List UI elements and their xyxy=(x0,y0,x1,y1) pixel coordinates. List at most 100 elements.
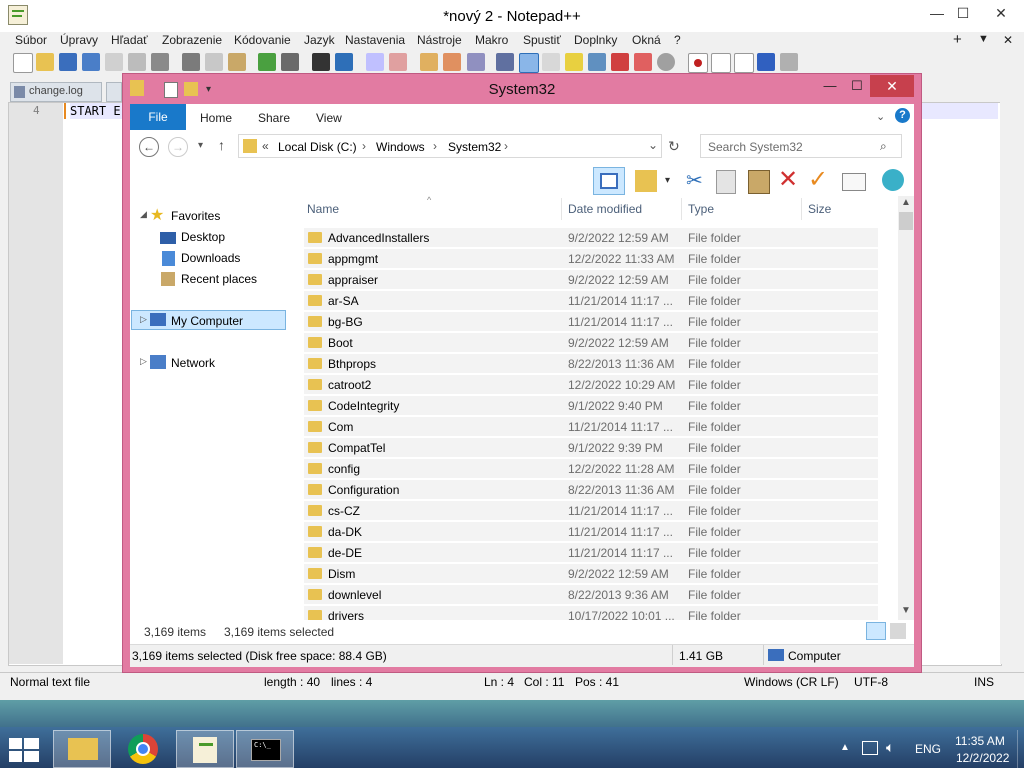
table-row[interactable]: appmgmt 12/2/2022 11:33 AM File folder xyxy=(304,249,878,269)
row-date-modified: 11/21/2014 11:17 ... xyxy=(568,546,673,560)
row-type: File folder xyxy=(688,588,741,602)
clock-date[interactable]: 12/2/2022 xyxy=(956,751,1009,765)
table-row[interactable]: ar-SA 11/21/2014 11:17 ... File folder xyxy=(304,291,878,311)
table-row[interactable]: da-DK 11/21/2014 11:17 ... File folder xyxy=(304,522,878,542)
details-divider xyxy=(672,645,673,665)
table-row[interactable]: AdvancedInstallers 9/2/2022 12:59 AM File … xyxy=(304,228,878,248)
row-type: File folder xyxy=(688,420,741,434)
table-row[interactable]: Dism 9/2/2022 12:59 AM File folder xyxy=(304,564,878,584)
row-name: Com xyxy=(328,420,354,434)
row-name: bg-BG xyxy=(328,315,363,329)
show-desktop-button[interactable] xyxy=(1017,730,1024,768)
table-row[interactable]: config 12/2/2022 11:28 AM File folder xyxy=(304,459,878,479)
row-date-modified: 8/22/2013 11:36 AM xyxy=(568,483,675,497)
folder-icon xyxy=(308,421,322,432)
row-type: File folder xyxy=(688,546,741,560)
row-name: cs-CZ xyxy=(328,504,360,518)
row-date-modified: 9/2/2022 12:59 AM xyxy=(568,336,669,350)
folder-icon xyxy=(308,442,322,453)
row-name: drivers xyxy=(328,609,365,620)
row-name: Configuration xyxy=(328,483,400,497)
row-type: File folder xyxy=(688,294,741,308)
table-row[interactable]: catroot2 12/2/2022 10:29 AM File folder xyxy=(304,375,878,395)
details-size: 1.41 GB xyxy=(679,649,724,663)
status-eol[interactable]: Windows (CR LF) xyxy=(744,675,839,689)
row-name: ar-SA xyxy=(328,294,359,308)
row-date-modified: 11/21/2014 11:17 ... xyxy=(568,294,673,308)
status-lines: lines : 4 xyxy=(331,675,373,689)
row-type: File folder xyxy=(688,378,741,392)
taskbar-command-prompt[interactable]: C:\_ xyxy=(236,730,294,768)
row-type: File folder xyxy=(688,441,741,455)
status-item-count: 3,169 items xyxy=(144,625,207,639)
row-date-modified: 9/2/2022 12:59 AM xyxy=(568,231,669,245)
scroll-up-icon[interactable]: ▲ xyxy=(901,197,911,208)
status-encoding[interactable]: UTF-8 xyxy=(854,675,888,689)
folder-icon xyxy=(308,568,322,579)
row-name: Bthprops xyxy=(328,357,377,371)
row-date-modified: 9/1/2022 9:39 PM xyxy=(568,441,663,455)
table-row[interactable]: CodeIntegrity 9/1/2022 9:40 PM File folder xyxy=(304,396,878,416)
row-name: CompatTel xyxy=(328,441,386,455)
row-name: AdvancedInstallers xyxy=(328,231,430,245)
row-date-modified: 11/21/2014 11:17 ... xyxy=(568,504,673,518)
row-date-modified: 12/2/2022 10:29 AM xyxy=(568,378,676,392)
row-type: File folder xyxy=(688,315,741,329)
row-type: File folder xyxy=(688,609,741,620)
status-col: Col : 11 xyxy=(524,675,565,689)
row-date-modified: 9/2/2022 12:59 AM xyxy=(568,567,669,581)
details-view-icon[interactable] xyxy=(866,622,886,640)
table-row[interactable]: Com 11/21/2014 11:17 ... File folder xyxy=(304,417,878,437)
table-row[interactable]: cs-CZ 11/21/2014 11:17 ... File folder xyxy=(304,501,878,521)
folder-icon xyxy=(308,337,322,348)
taskbar-chrome[interactable] xyxy=(114,730,172,768)
input-language[interactable]: ENG xyxy=(915,742,941,756)
taskbar-notepad-plus-plus[interactable] xyxy=(176,730,234,768)
row-date-modified: 12/2/2022 11:33 AM xyxy=(568,252,675,266)
table-row[interactable]: Boot 9/2/2022 12:59 AM File folder xyxy=(304,333,878,353)
folder-icon xyxy=(308,358,322,369)
network-tray-icon[interactable] xyxy=(862,741,878,755)
folder-icon xyxy=(308,232,322,243)
table-row[interactable]: Bthprops 8/22/2013 11:36 AM File folder xyxy=(304,354,878,374)
row-date-modified: 9/2/2022 12:59 AM xyxy=(568,273,669,287)
status-pos: Pos : 41 xyxy=(575,675,620,689)
row-date-modified: 10/17/2022 10:01 ... xyxy=(568,609,675,620)
show-hidden-icons-icon[interactable]: ▲ xyxy=(840,742,850,753)
row-name: Boot xyxy=(328,336,353,350)
table-row[interactable]: bg-BG 11/21/2014 11:17 ... File folder xyxy=(304,312,878,332)
details-divider xyxy=(763,645,764,665)
folder-icon xyxy=(308,547,322,558)
row-date-modified: 8/22/2013 11:36 AM xyxy=(568,357,675,371)
file-list-scrollbar[interactable] xyxy=(898,196,914,620)
cmd-icon-text: C:\_ xyxy=(254,741,271,749)
taskbar-file-explorer[interactable] xyxy=(53,730,111,768)
row-type: File folder xyxy=(688,483,741,497)
folder-icon xyxy=(308,463,322,474)
computer-icon xyxy=(768,649,784,661)
row-name: catroot2 xyxy=(328,378,372,392)
start-button[interactable] xyxy=(9,738,39,762)
status-length: length : 40 xyxy=(264,675,321,689)
table-row[interactable]: de-DE 11/21/2014 11:17 ... File folder xyxy=(304,543,878,563)
folder-icon xyxy=(308,589,322,600)
folder-icon xyxy=(308,274,322,285)
table-row[interactable]: CompatTel 9/1/2022 9:39 PM File folder xyxy=(304,438,878,458)
large-icons-view-icon[interactable] xyxy=(890,623,906,639)
status-ln: Ln : 4 xyxy=(484,675,515,689)
volume-icon[interactable]: 🔈︎ xyxy=(886,739,894,756)
folder-icon xyxy=(308,526,322,537)
status-ins[interactable]: INS xyxy=(974,675,994,689)
table-row[interactable]: drivers 10/17/2022 10:01 ... File folder xyxy=(304,606,878,620)
folder-icon xyxy=(308,505,322,516)
row-date-modified: 11/21/2014 11:17 ... xyxy=(568,420,673,434)
row-type: File folder xyxy=(688,399,741,413)
clock-time[interactable]: 11:35 AM xyxy=(955,734,1005,748)
table-row[interactable]: appraiser 9/2/2022 12:59 AM File folder xyxy=(304,270,878,290)
scroll-down-icon[interactable]: ▼ xyxy=(901,605,911,616)
details-location: Computer xyxy=(788,649,841,663)
table-row[interactable]: Configuration 8/22/2013 11:36 AM File fold… xyxy=(304,480,878,500)
scroll-thumb[interactable] xyxy=(899,212,913,230)
row-date-modified: 11/21/2014 11:17 ... xyxy=(568,315,673,329)
table-row[interactable]: downlevel 8/22/2013 9:36 AM File folder xyxy=(304,585,878,605)
